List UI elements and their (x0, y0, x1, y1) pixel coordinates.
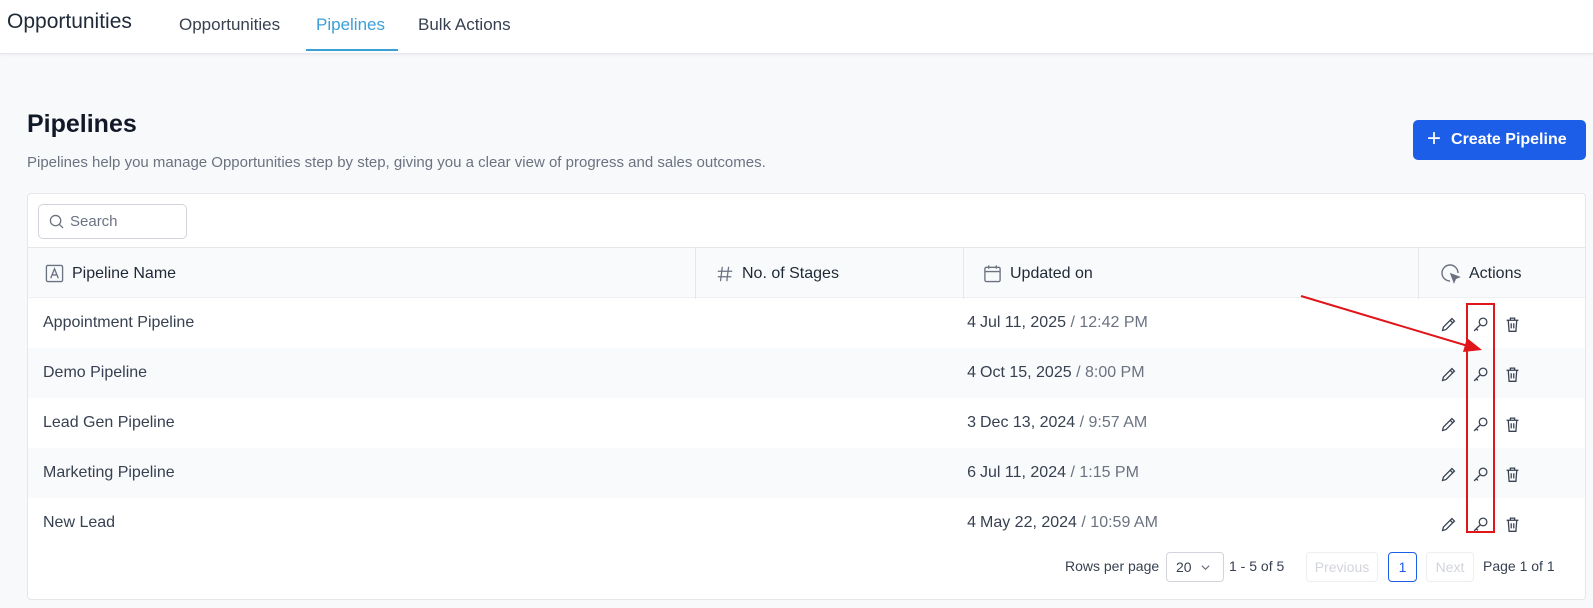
text-a-icon (45, 264, 64, 283)
edit-button[interactable] (1437, 463, 1459, 485)
table-row[interactable]: Lead Gen Pipeline 3 Dec 13, 2024 / 9:57 … (28, 398, 1585, 448)
trash-icon (1506, 416, 1518, 432)
updated-date: Dec 13, 2024 (980, 414, 1076, 431)
page-description: Pipelines help you manage Opportunities … (27, 154, 766, 171)
edit-button[interactable] (1437, 513, 1459, 535)
pipeline-name[interactable]: Appointment Pipeline (43, 298, 194, 348)
delete-button[interactable] (1501, 313, 1523, 335)
updated-on: Dec 13, 2024 / 9:57 AM (980, 414, 1148, 431)
previous-page-button[interactable]: Previous (1306, 552, 1378, 582)
search-box[interactable] (38, 204, 187, 239)
delete-button[interactable] (1501, 363, 1523, 385)
table-row[interactable]: Marketing Pipeline 6 Jul 11, 2024 / 1:15… (28, 448, 1585, 498)
updated-time: 12:42 PM (1079, 314, 1148, 331)
table-row[interactable]: Appointment Pipeline 4 Jul 11, 2025 / 12… (28, 298, 1585, 348)
pipelines-table-card: Pipeline Name No. of Stages Updated on A… (27, 193, 1586, 600)
pencil-icon (1441, 517, 1455, 531)
column-header-stages[interactable]: No. of Stages (716, 248, 839, 299)
pencil-icon (1441, 417, 1455, 431)
table-row[interactable]: New Lead 4 May 22, 2024 / 10:59 AM (28, 498, 1585, 548)
column-divider (695, 248, 696, 299)
pencil-icon (1441, 367, 1455, 381)
updated-time: 1:15 PM (1079, 464, 1139, 481)
pipeline-name[interactable]: Lead Gen Pipeline (43, 398, 175, 448)
pencil-icon (1441, 317, 1455, 331)
plus-icon: + (1427, 125, 1442, 152)
cursor-click-icon (1441, 263, 1461, 284)
chevron-down-icon (1200, 564, 1210, 570)
rows-per-page-value: 20 (1176, 559, 1192, 575)
trash-icon (1506, 366, 1518, 382)
updated-time: 9:57 AM (1088, 414, 1148, 431)
column-label: Updated on (1010, 264, 1093, 282)
tab-opportunities[interactable]: Opportunities (179, 15, 280, 53)
column-divider (1418, 248, 1419, 299)
page-of-label: Page 1 of 1 (1483, 558, 1555, 574)
hash-icon (717, 266, 733, 281)
updated-on: Jul 11, 2025 / 12:42 PM (980, 314, 1148, 331)
create-pipeline-button[interactable]: + Create Pipeline (1413, 120, 1586, 160)
trash-icon (1506, 316, 1518, 332)
delete-button[interactable] (1501, 463, 1523, 485)
pipeline-name[interactable]: Demo Pipeline (43, 348, 147, 398)
column-header-pipeline-name[interactable]: Pipeline Name (45, 248, 176, 299)
calendar-icon (984, 265, 1001, 283)
annotation-highlight-box (1466, 303, 1495, 533)
stage-count: 6 (967, 464, 976, 481)
column-header-updated-on[interactable]: Updated on (983, 248, 1093, 299)
page-title: Pipelines (27, 110, 137, 138)
column-header-actions: Actions (1441, 248, 1521, 299)
stage-count: 4 (967, 364, 976, 381)
edit-button[interactable] (1437, 413, 1459, 435)
stage-count: 4 (967, 514, 976, 531)
stage-count: 4 (967, 314, 976, 331)
edit-button[interactable] (1437, 363, 1459, 385)
delete-button[interactable] (1501, 413, 1523, 435)
pagination-range: 1 - 5 of 5 (1229, 558, 1285, 574)
column-divider (963, 248, 964, 299)
next-page-button[interactable]: Next (1426, 552, 1474, 582)
active-tab-indicator (306, 49, 398, 51)
search-icon (49, 214, 64, 229)
stage-count: 3 (967, 414, 976, 431)
trash-icon (1506, 516, 1518, 532)
rows-per-page-label: Rows per page (1065, 558, 1160, 574)
tab-pipelines[interactable]: Pipelines (316, 15, 385, 53)
pencil-icon (1441, 467, 1455, 481)
updated-date: Jul 11, 2025 (980, 314, 1066, 331)
current-page-button[interactable]: 1 (1388, 552, 1417, 582)
rows-per-page-select[interactable]: 20 (1166, 552, 1224, 582)
updated-on: Jul 11, 2024 / 1:15 PM (980, 464, 1139, 481)
pipeline-name[interactable]: New Lead (43, 498, 115, 548)
trash-icon (1506, 466, 1518, 482)
column-label: No. of Stages (742, 264, 839, 282)
app-title: Opportunities (7, 10, 132, 33)
edit-button[interactable] (1437, 313, 1459, 335)
updated-on: Oct 15, 2025 / 8:00 PM (980, 364, 1145, 381)
top-nav: Opportunities Opportunities Pipelines Bu… (0, 0, 1593, 54)
search-input[interactable] (70, 213, 180, 230)
updated-date: Oct 15, 2025 (980, 364, 1072, 381)
table-header: Pipeline Name No. of Stages Updated on A… (28, 247, 1585, 299)
pipeline-name[interactable]: Marketing Pipeline (43, 448, 175, 498)
updated-date: May 22, 2024 (980, 514, 1077, 531)
updated-on: May 22, 2024 / 10:59 AM (980, 514, 1158, 531)
updated-time: 10:59 AM (1090, 514, 1158, 531)
column-label: Pipeline Name (72, 264, 177, 282)
updated-time: 8:00 PM (1084, 364, 1145, 381)
table-row[interactable]: Demo Pipeline 4 Oct 15, 2025 / 8:00 PM (28, 348, 1585, 398)
create-pipeline-label: Create Pipeline (1451, 131, 1567, 148)
column-label: Actions (1469, 264, 1522, 282)
updated-date: Jul 11, 2024 (980, 464, 1066, 481)
tab-bulk-actions[interactable]: Bulk Actions (418, 15, 511, 53)
delete-button[interactable] (1501, 513, 1523, 535)
